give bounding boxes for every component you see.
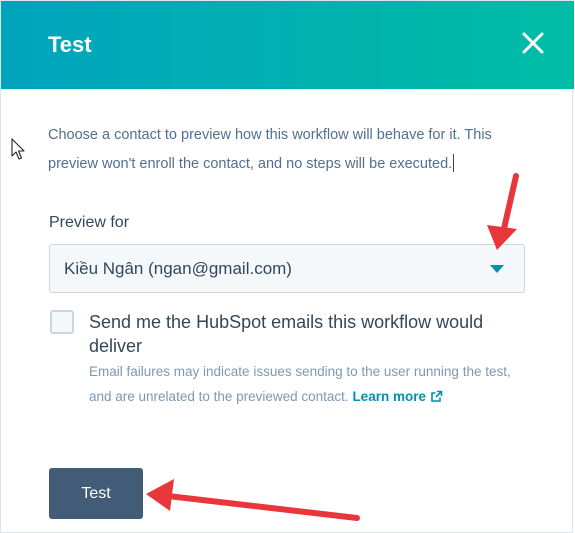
preview-for-label: Preview for <box>49 214 130 231</box>
learn-more-link[interactable]: Learn more <box>352 389 443 404</box>
help-text: Email failures may indicate issues sendi… <box>89 364 511 404</box>
description-text: Choose a contact to preview how this wor… <box>48 127 492 172</box>
selected-contact: Kiều Ngân (ngan@gmail.com) <box>64 259 292 278</box>
send-emails-help: Email failures may indicate issues sendi… <box>89 359 529 409</box>
send-emails-checkbox[interactable] <box>50 310 74 334</box>
caret-down-icon <box>490 265 504 273</box>
mouse-cursor-icon <box>11 138 25 160</box>
preview-contact-select[interactable]: Kiều Ngân (ngan@gmail.com) <box>49 244 525 293</box>
dialog-header: Test <box>1 1 574 89</box>
close-icon <box>522 32 544 54</box>
dialog-description: Choose a contact to preview how this wor… <box>48 121 538 179</box>
external-link-icon <box>431 390 443 402</box>
test-button[interactable]: Test <box>49 468 143 519</box>
close-button[interactable] <box>517 27 549 59</box>
send-emails-label[interactable]: Send me the HubSpot emails this workflow… <box>89 310 529 358</box>
dialog-title: Test <box>48 32 92 57</box>
test-dialog: Test Choose a contact to preview how thi… <box>0 0 574 533</box>
text-cursor <box>453 154 455 172</box>
learn-more-label: Learn more <box>352 389 426 404</box>
